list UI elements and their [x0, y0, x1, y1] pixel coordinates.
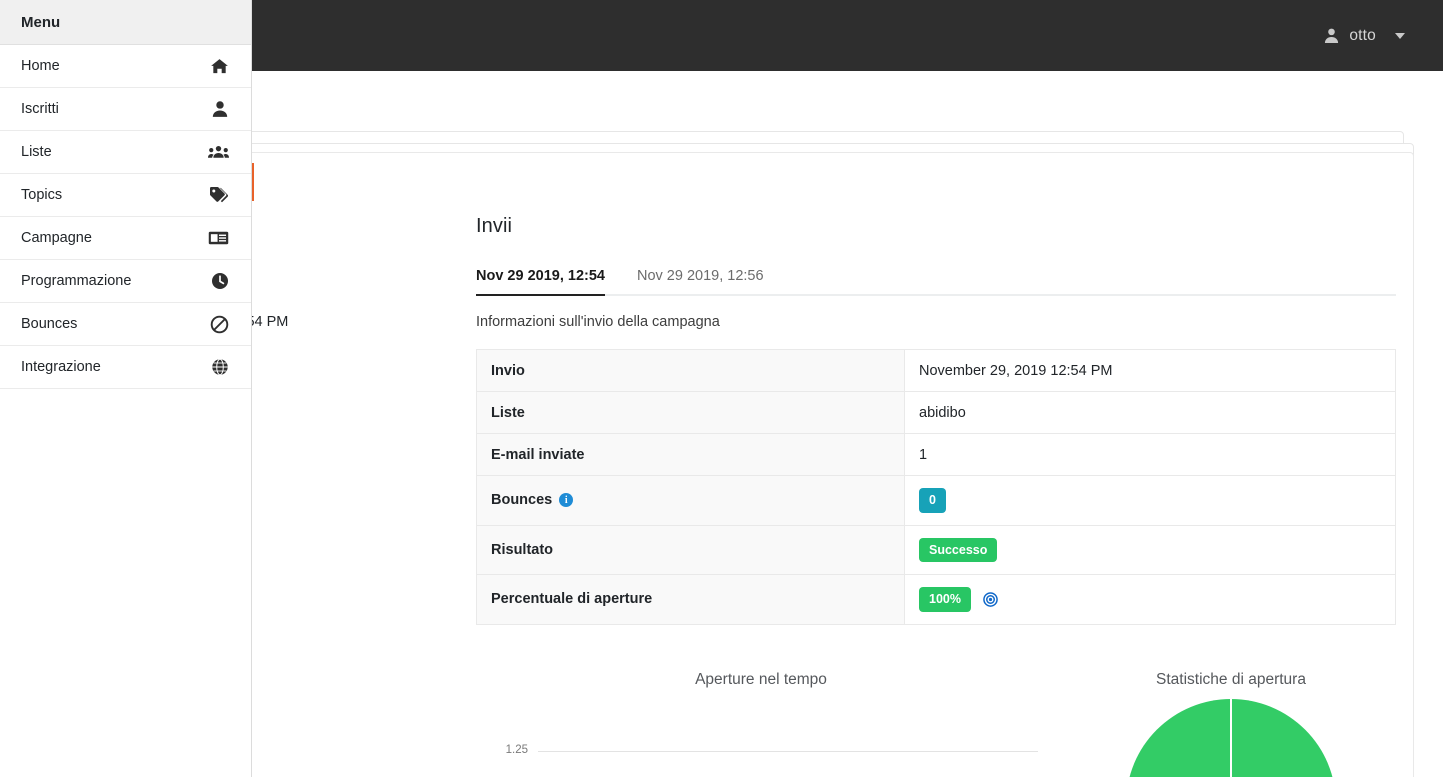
user-name-label: otto [1349, 26, 1376, 44]
sidebar-item-home[interactable]: Home [0, 45, 251, 88]
row-label: Risultato [491, 541, 554, 558]
tab-send-1[interactable]: Nov 29 2019, 12:54 [476, 268, 621, 296]
status-badge: Successo [919, 537, 998, 562]
user-icon [211, 100, 229, 118]
user-icon [1323, 27, 1340, 44]
sidebar-item-label: Integrazione [21, 359, 101, 375]
sidebar-item-label: Liste [21, 144, 52, 160]
sidebar-drawer: Menu Home Iscritti Liste Topics Campagne… [0, 0, 252, 777]
send-tabs: Nov 29 2019, 12:54 Nov 29 2019, 12:56 [476, 262, 1396, 296]
info-icon[interactable]: i [559, 493, 574, 508]
sidebar-item-topics[interactable]: Topics [0, 174, 251, 217]
tab-description: Informazioni sull'invio della campagna [476, 314, 720, 330]
chart-title: Aperture nel tempo [695, 671, 827, 688]
chart-statistiche-di-apertura: Statistiche di apertura [1046, 660, 1416, 777]
sidebar-item-liste[interactable]: Liste [0, 131, 251, 174]
pie-slice-divider [1230, 699, 1232, 777]
send-info-table: Invio November 29, 2019 12:54 PM Liste a… [476, 349, 1396, 625]
sidebar-item-campagne[interactable]: Campagne [0, 217, 251, 260]
table-cell-value: November 29, 2019 12:54 PM [904, 349, 1396, 392]
table-cell-key: Liste [476, 391, 905, 434]
table-cell-key: Bounces i [476, 475, 905, 526]
table-cell-key: Invio [476, 349, 905, 392]
table-row: Risultato Successo [476, 524, 1396, 575]
chevron-down-icon[interactable] [1395, 32, 1405, 39]
globe-icon [211, 358, 229, 376]
sidebar-item-bounces[interactable]: Bounces [0, 303, 251, 346]
sidebar-item-integrazione[interactable]: Integrazione [0, 346, 251, 389]
line-chart-plot: 1.25 1 [476, 701, 1046, 777]
table-cell-value: Successo [904, 524, 1396, 575]
sidebar-item-label: Campagne [21, 230, 92, 246]
table-row: Invio November 29, 2019 12:54 PM [476, 349, 1396, 392]
target-icon[interactable] [983, 591, 998, 607]
sidebar-item-label: Programmazione [21, 273, 132, 289]
users-group-icon [208, 144, 229, 160]
clock-icon [211, 272, 229, 290]
bounces-badge: 0 [919, 488, 946, 513]
row-label: E-mail inviate [491, 446, 585, 463]
charts-row: Aperture nel tempo 1.25 1 Statistiche di… [476, 660, 1416, 777]
table-row: Liste abidibo [476, 391, 1396, 434]
ban-icon [210, 315, 229, 334]
sidebar-item-iscritti[interactable]: Iscritti [0, 88, 251, 131]
sidebar-header: Menu [0, 0, 251, 45]
table-cell-key: E-mail inviate [476, 433, 905, 476]
open-rate-badge: 100% [919, 587, 971, 612]
sidebar-item-label: Topics [21, 187, 63, 203]
table-cell-value: 100% [904, 574, 1396, 625]
chart-title: Statistiche di apertura [1156, 671, 1306, 688]
row-label: Invio [491, 362, 525, 379]
table-row: Percentuale di aperture 100% [476, 574, 1396, 625]
table-cell-key: Risultato [476, 524, 905, 575]
tags-icon [209, 186, 229, 204]
row-label: Percentuale di aperture [491, 591, 653, 608]
pie-chart [1126, 699, 1336, 777]
sidebar-item-label: Home [21, 58, 60, 74]
table-cell-value: 0 [904, 475, 1396, 526]
row-label: Liste [491, 404, 525, 421]
user-menu[interactable]: otto [1323, 0, 1405, 71]
table-row: E-mail inviate 1 [476, 433, 1396, 476]
table-cell-value: abidibo [904, 391, 1396, 434]
sidebar-empty-area [0, 389, 251, 777]
table-cell-value: 1 [904, 433, 1396, 476]
home-icon [210, 57, 229, 76]
sidebar-item-label: Iscritti [21, 101, 59, 117]
table-cell-key: Percentuale di aperture [476, 574, 905, 625]
campaign-detail-content: Invii Nov 29 2019, 12:54 Nov 29 2019, 12… [476, 215, 1396, 625]
newspaper-icon [208, 230, 229, 246]
app-root: 3 PM 2019 12:54 PM Invii Nov 29 2019, 12… [0, 0, 1443, 777]
page-title: Invii [476, 215, 513, 237]
table-row: Bounces i 0 [476, 475, 1396, 526]
sidebar-item-programmazione[interactable]: Programmazione [0, 260, 251, 303]
y-tick-label: 1.25 [505, 744, 528, 756]
gridline-upper [538, 751, 1038, 752]
row-label: Bounces [491, 492, 553, 509]
chart-aperture-nel-tempo: Aperture nel tempo 1.25 1 [476, 660, 1046, 777]
sidebar-item-label: Bounces [21, 316, 78, 332]
tab-send-2[interactable]: Nov 29 2019, 12:56 [637, 268, 780, 294]
